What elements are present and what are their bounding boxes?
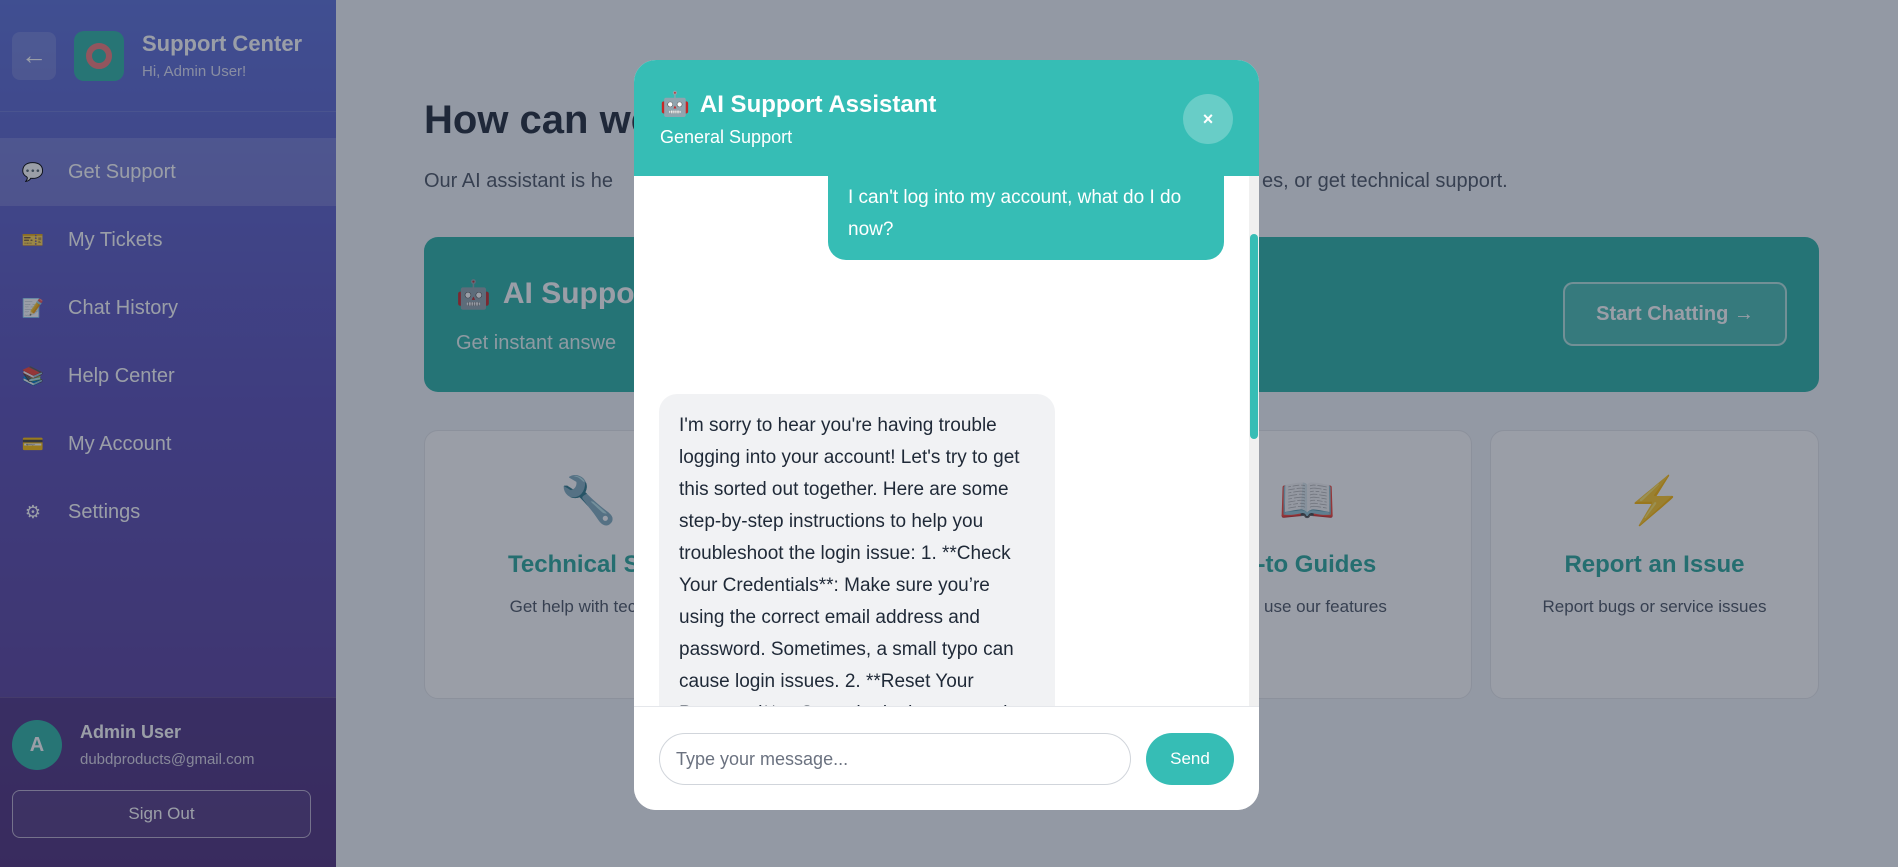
chat-scrollbar[interactable] — [1249, 176, 1259, 706]
modal-header: 🤖 AI Support Assistant General Support × — [634, 60, 1259, 176]
modal-title-text: AI Support Assistant — [699, 90, 937, 118]
modal-subtitle: General Support — [660, 127, 793, 147]
message-composer: Send — [634, 706, 1259, 810]
assistant-message: I'm sorry to hear you're having trouble … — [659, 394, 1055, 706]
message-input[interactable] — [659, 733, 1131, 785]
close-button[interactable]: × — [1183, 94, 1233, 144]
chat-messages[interactable]: I can't log into my account, what do I d… — [634, 176, 1259, 706]
send-button[interactable]: Send — [1146, 733, 1234, 785]
scrollbar-thumb[interactable] — [1250, 234, 1258, 439]
close-icon: × — [1202, 108, 1214, 129]
robot-icon: 🤖 — [660, 91, 690, 118]
user-message: I can't log into my account, what do I d… — [828, 176, 1224, 260]
chat-modal: 🤖 AI Support Assistant General Support ×… — [634, 60, 1259, 810]
modal-title: 🤖 AI Support Assistant — [660, 90, 936, 119]
